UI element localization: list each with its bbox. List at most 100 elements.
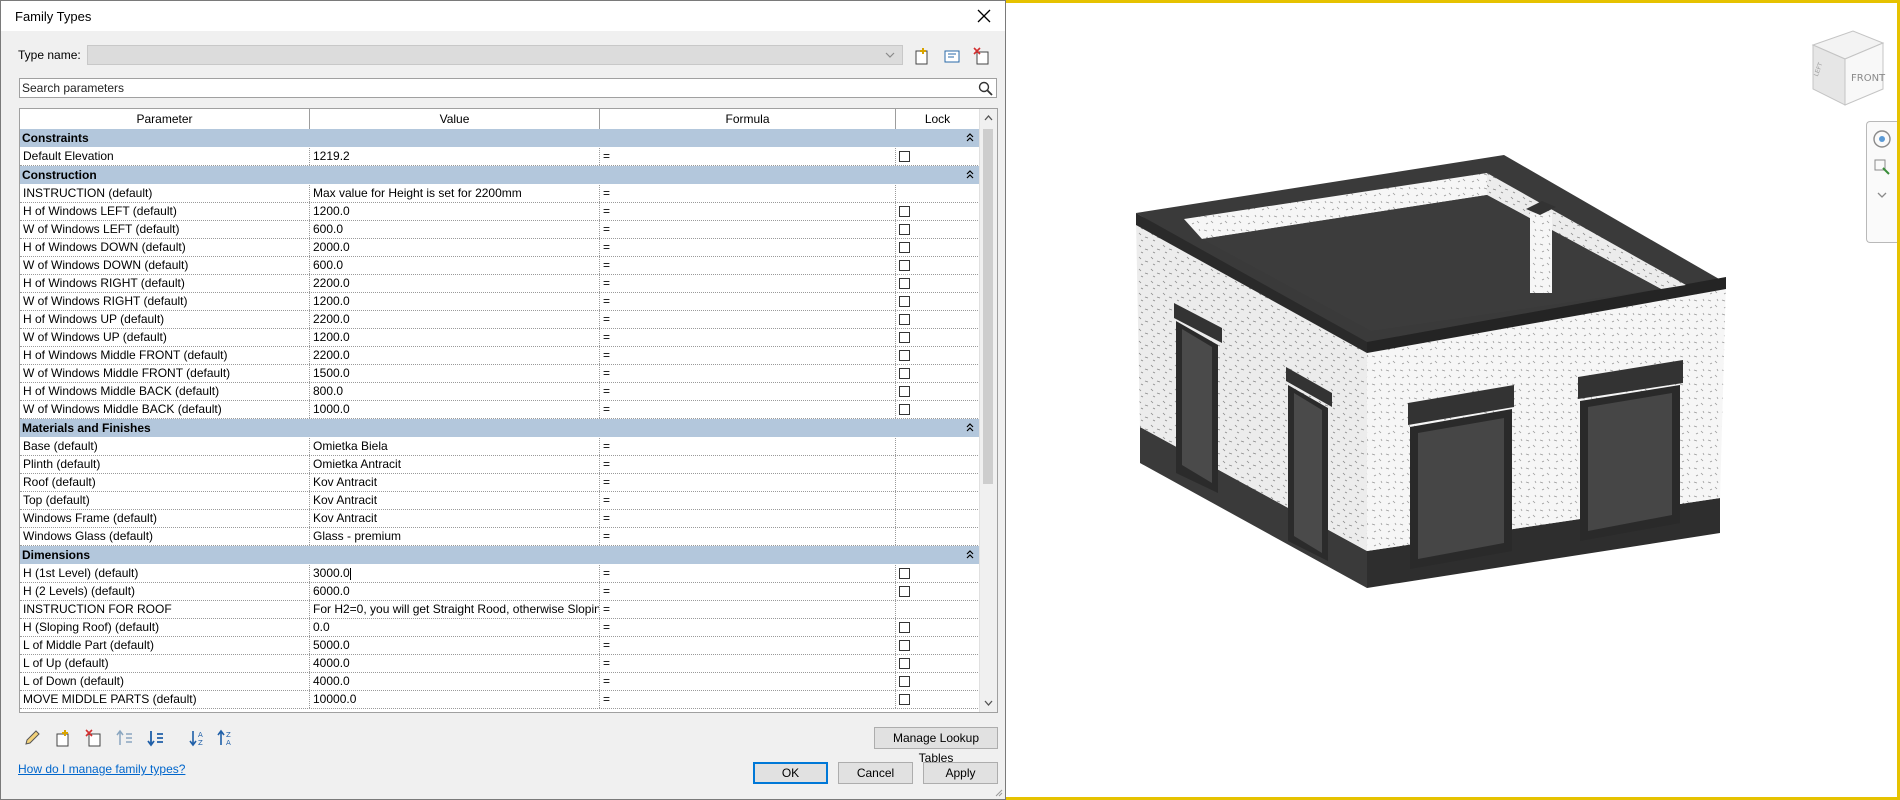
formula-cell[interactable]: = xyxy=(600,311,896,328)
formula-cell[interactable]: = xyxy=(600,221,896,238)
apply-button[interactable]: Apply xyxy=(923,762,998,784)
formula-cell[interactable]: = xyxy=(600,293,896,310)
formula-cell[interactable]: = xyxy=(600,257,896,274)
formula-cell[interactable]: = xyxy=(600,655,896,672)
lock-checkbox[interactable] xyxy=(899,296,910,307)
formula-cell[interactable]: = xyxy=(600,148,896,165)
formula-cell[interactable]: = xyxy=(600,492,896,509)
formula-cell[interactable]: = xyxy=(600,365,896,382)
lock-checkbox[interactable] xyxy=(899,314,910,325)
edit-parameter-icon[interactable] xyxy=(21,727,43,749)
value-cell[interactable]: 600.0 xyxy=(310,257,600,274)
lock-checkbox[interactable] xyxy=(899,676,910,687)
steering-wheel-icon[interactable] xyxy=(1871,128,1893,150)
type-name-select[interactable] xyxy=(87,45,903,65)
scroll-down-icon[interactable] xyxy=(983,697,994,708)
viewcube[interactable]: FRONT LEFT xyxy=(1791,23,1891,113)
zoom-region-icon[interactable] xyxy=(1871,156,1893,178)
viewcube-front-label[interactable]: FRONT xyxy=(1851,73,1886,84)
search-input[interactable] xyxy=(22,80,972,96)
formula-cell[interactable]: = xyxy=(600,565,896,582)
column-header-formula[interactable]: Formula xyxy=(600,109,896,129)
formula-cell[interactable]: = xyxy=(600,691,896,708)
lock-checkbox[interactable] xyxy=(899,242,910,253)
formula-cell[interactable]: = xyxy=(600,474,896,491)
search-icon[interactable] xyxy=(977,80,994,97)
value-cell[interactable]: 10000.0 xyxy=(310,691,600,708)
value-cell[interactable]: 4000.0 xyxy=(310,655,600,672)
value-cell[interactable]: 2000.0 xyxy=(310,239,600,256)
close-icon[interactable] xyxy=(973,5,995,27)
formula-cell[interactable]: = xyxy=(600,203,896,220)
formula-cell[interactable]: = xyxy=(600,528,896,545)
value-cell[interactable]: 6000.0 xyxy=(310,583,600,600)
value-cell[interactable]: 1219.2 xyxy=(310,148,600,165)
column-header-parameter[interactable]: Parameter xyxy=(20,109,310,129)
lock-checkbox[interactable] xyxy=(899,206,910,217)
formula-cell[interactable]: = xyxy=(600,347,896,364)
move-down-icon[interactable] xyxy=(145,727,167,749)
chevron-down-icon[interactable] xyxy=(1871,184,1893,206)
manage-lookup-tables-button[interactable]: Manage Lookup Tables xyxy=(874,727,998,765)
value-cell[interactable]: Omietka Antracit xyxy=(310,456,600,473)
lock-checkbox[interactable] xyxy=(899,350,910,361)
formula-cell[interactable]: = xyxy=(600,239,896,256)
formula-cell[interactable]: = xyxy=(600,438,896,455)
lock-checkbox[interactable] xyxy=(899,278,910,289)
value-cell[interactable]: 0.0 xyxy=(310,619,600,636)
sort-descending-icon[interactable]: Z A xyxy=(215,727,237,749)
value-cell[interactable]: For H2=0, you will get Straight Rood, ot… xyxy=(310,601,600,618)
lock-checkbox[interactable] xyxy=(899,694,910,705)
value-cell[interactable]: Kov Antracit xyxy=(310,492,600,509)
search-parameters[interactable] xyxy=(19,78,997,98)
vertical-scrollbar[interactable] xyxy=(979,109,997,712)
lock-checkbox[interactable] xyxy=(899,640,910,651)
formula-cell[interactable]: = xyxy=(600,456,896,473)
group-header[interactable]: Construction xyxy=(20,166,980,185)
collapse-icon[interactable] xyxy=(964,421,976,433)
lock-checkbox[interactable] xyxy=(899,404,910,415)
value-cell[interactable]: 5000.0 xyxy=(310,637,600,654)
scroll-up-icon[interactable] xyxy=(983,113,994,124)
value-cell[interactable]: 800.0 xyxy=(310,383,600,400)
lock-checkbox[interactable] xyxy=(899,224,910,235)
group-header[interactable]: Dimensions xyxy=(20,546,980,565)
move-up-icon[interactable] xyxy=(114,727,136,749)
formula-cell[interactable]: = xyxy=(600,673,896,690)
formula-cell[interactable]: = xyxy=(600,383,896,400)
3d-viewport[interactable]: FRONT LEFT xyxy=(1006,0,1900,800)
lock-checkbox[interactable] xyxy=(899,658,910,669)
value-cell[interactable]: Glass - premium xyxy=(310,528,600,545)
scrollbar-thumb[interactable] xyxy=(983,129,993,484)
new-type-icon[interactable] xyxy=(911,45,933,67)
value-cell[interactable]: 3000.0 xyxy=(310,565,600,582)
delete-parameter-icon[interactable] xyxy=(83,727,105,749)
value-cell[interactable]: 1000.0 xyxy=(310,401,600,418)
help-link[interactable]: How do I manage family types? xyxy=(18,762,185,776)
value-cell[interactable]: 2200.0 xyxy=(310,347,600,364)
lock-checkbox[interactable] xyxy=(899,260,910,271)
lock-checkbox[interactable] xyxy=(899,568,910,579)
value-cell[interactable]: Kov Antracit xyxy=(310,510,600,527)
value-cell[interactable]: 600.0 xyxy=(310,221,600,238)
value-cell[interactable]: Kov Antracit xyxy=(310,474,600,491)
delete-type-icon[interactable] xyxy=(971,45,993,67)
value-cell[interactable]: 1500.0 xyxy=(310,365,600,382)
formula-cell[interactable]: = xyxy=(600,329,896,346)
value-cell[interactable]: 1200.0 xyxy=(310,329,600,346)
rename-type-icon[interactable] xyxy=(941,45,963,67)
lock-checkbox[interactable] xyxy=(899,332,910,343)
formula-cell[interactable]: = xyxy=(600,601,896,618)
sort-ascending-icon[interactable]: A Z xyxy=(187,727,209,749)
formula-cell[interactable]: = xyxy=(600,401,896,418)
column-header-value[interactable]: Value xyxy=(310,109,600,129)
lock-checkbox[interactable] xyxy=(899,151,910,162)
formula-cell[interactable]: = xyxy=(600,583,896,600)
formula-cell[interactable]: = xyxy=(600,510,896,527)
value-cell[interactable]: 2200.0 xyxy=(310,275,600,292)
formula-cell[interactable]: = xyxy=(600,185,896,202)
ok-button[interactable]: OK xyxy=(753,762,828,784)
lock-checkbox[interactable] xyxy=(899,586,910,597)
column-header-lock[interactable]: Lock xyxy=(896,109,980,129)
group-header[interactable]: Materials and Finishes xyxy=(20,419,980,438)
